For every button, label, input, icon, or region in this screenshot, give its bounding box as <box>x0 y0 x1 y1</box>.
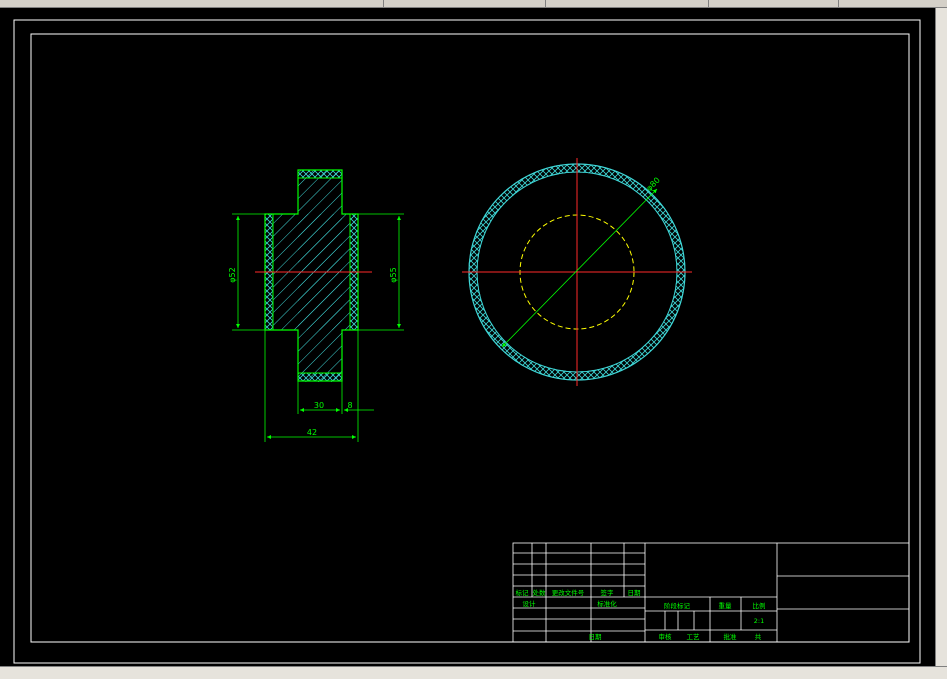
tb-label-stage: 阶段标记 <box>664 601 691 610</box>
tb-label-craft: 工艺 <box>687 633 701 641</box>
bottom-lip-hatch <box>298 373 342 381</box>
dim-right-text: φ55 <box>389 267 398 282</box>
tb-label-doc: 更改文件号 <box>552 588 585 597</box>
tb-label-mark: 标记 <box>516 588 530 597</box>
section-view[interactable]: φ52 φ55 30 8 42 <box>228 169 404 442</box>
vertical-scrollbar[interactable] <box>935 8 947 666</box>
title-block-text: 标记 处数 更改文件号 签字 日期 设计 标准化 阶段标记 重量 比例 2:1 … <box>516 588 766 641</box>
tb-label-approve: 批准 <box>724 632 738 641</box>
toolbar-divider <box>838 0 839 7</box>
top-lip-hatch <box>298 170 342 178</box>
tb-label-check: 审核 <box>659 632 673 641</box>
tb-label-design: 设计 <box>523 599 537 608</box>
tb-label-date2: 日期 <box>589 633 603 641</box>
dim-overall-width-text: 42 <box>307 428 317 437</box>
tb-label-std: 标准化 <box>597 599 617 608</box>
horizontal-scrollbar[interactable] <box>0 666 947 679</box>
outer-border <box>13 19 921 664</box>
tb-label-scale: 比例 <box>753 601 766 610</box>
dim-small-width-text: 8 <box>347 401 352 410</box>
tb-scale-value: 2:1 <box>754 617 764 625</box>
toolbar-strip <box>0 0 947 8</box>
dim-top-width-text: 30 <box>314 401 324 410</box>
tb-label-sign: 签字 <box>601 588 615 597</box>
cad-drawing[interactable]: φ52 φ55 30 8 42 φ80 标记 处数 更改文件号 签字 日期 设计… <box>0 8 935 666</box>
front-view[interactable]: φ80 <box>462 158 692 386</box>
diameter-dim-text: φ80 <box>645 176 662 193</box>
toolbar-divider <box>383 0 384 7</box>
dim-left-text: φ52 <box>228 267 237 282</box>
toolbar-divider <box>708 0 709 7</box>
tb-label-weight: 重量 <box>719 602 733 610</box>
drawing-canvas[interactable]: φ52 φ55 30 8 42 φ80 标记 处数 更改文件号 签字 日期 设计… <box>0 8 935 666</box>
tb-label-sheet: 共 <box>755 632 762 641</box>
tb-label-date: 日期 <box>628 589 642 597</box>
tb-label-count: 处数 <box>533 588 547 597</box>
toolbar-divider <box>545 0 546 7</box>
